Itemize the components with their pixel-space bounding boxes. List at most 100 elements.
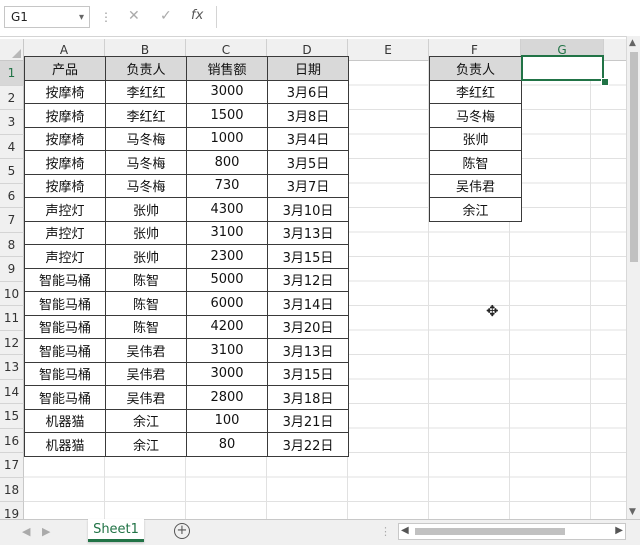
table-cell[interactable]: 张帅 — [429, 126, 522, 151]
table-cell[interactable]: 3月7日 — [267, 173, 349, 198]
table-cell[interactable]: 余江 — [105, 408, 187, 433]
row-header-17[interactable]: 17 — [0, 453, 24, 478]
table-cell[interactable]: 吴伟君 — [429, 173, 522, 198]
next-sheet-icon[interactable]: ▶ — [42, 525, 50, 538]
table-cell[interactable]: 3100 — [186, 220, 268, 245]
table-cell[interactable]: 吴伟君 — [105, 338, 187, 363]
table-cell[interactable]: 3月12日 — [267, 267, 349, 292]
row-header-7[interactable]: 7 — [0, 208, 24, 233]
table-cell[interactable]: 3月4日 — [267, 126, 349, 151]
table-cell[interactable]: 张帅 — [105, 220, 187, 245]
row-header-1[interactable]: 1 — [0, 61, 24, 86]
row-header-3[interactable]: 3 — [0, 110, 24, 135]
table-cell[interactable]: 机器猫 — [24, 408, 106, 433]
scroll-up-icon[interactable]: ▲ — [629, 38, 636, 48]
prev-sheet-icon[interactable]: ◀ — [22, 525, 30, 538]
table-cell[interactable]: 3月15日 — [267, 361, 349, 386]
table-cell[interactable]: 智能马桶 — [24, 361, 106, 386]
table-cell[interactable]: 陈智 — [429, 150, 522, 175]
table-cell[interactable]: 吴伟君 — [105, 361, 187, 386]
table-cell[interactable]: 陈智 — [105, 291, 187, 316]
select-all-corner[interactable] — [0, 39, 24, 61]
table-cell[interactable]: 智能马桶 — [24, 338, 106, 363]
scroll-down-icon[interactable]: ▼ — [629, 507, 636, 517]
header-cell[interactable]: 日期 — [267, 56, 349, 81]
row-header-5[interactable]: 5 — [0, 159, 24, 184]
row-header-16[interactable]: 16 — [0, 428, 24, 453]
table-cell[interactable]: 3月13日 — [267, 338, 349, 363]
table-cell[interactable]: 3000 — [186, 79, 268, 104]
row-header-13[interactable]: 13 — [0, 355, 24, 380]
table-cell[interactable]: 2300 — [186, 244, 268, 269]
table-cell[interactable]: 智能马桶 — [24, 291, 106, 316]
selected-cell-g1[interactable] — [521, 55, 604, 81]
insert-function-button[interactable]: fx — [191, 8, 203, 23]
table-cell[interactable]: 3月20日 — [267, 314, 349, 339]
table-cell[interactable]: 2800 — [186, 385, 268, 410]
header-cell[interactable]: 产品 — [24, 56, 106, 81]
table-cell[interactable]: 3000 — [186, 361, 268, 386]
name-box[interactable]: G1 ▾ — [4, 6, 90, 28]
table-cell[interactable]: 3月5日 — [267, 150, 349, 175]
worksheet-grid[interactable]: A B C D E F G 1 2 3 4 5 6 7 8 9 10 11 12… — [0, 36, 626, 519]
scroll-left-icon[interactable]: ◀ — [401, 525, 409, 536]
scroll-right-icon[interactable]: ▶ — [615, 525, 623, 536]
row-header-14[interactable]: 14 — [0, 379, 24, 404]
row-header-15[interactable]: 15 — [0, 404, 24, 429]
table-cell[interactable]: 3月14日 — [267, 291, 349, 316]
header-cell[interactable]: 销售额 — [186, 56, 268, 81]
table-cell[interactable]: 5000 — [186, 267, 268, 292]
enter-icon[interactable]: ✓ — [160, 8, 172, 24]
table-cell[interactable]: 3月18日 — [267, 385, 349, 410]
vertical-scroll-thumb[interactable] — [630, 52, 638, 262]
table-cell[interactable]: 按摩椅 — [24, 79, 106, 104]
table-cell[interactable]: 陈智 — [105, 267, 187, 292]
table-cell[interactable]: 按摩椅 — [24, 150, 106, 175]
table-cell[interactable]: 马冬梅 — [105, 173, 187, 198]
table-cell[interactable]: 800 — [186, 150, 268, 175]
table-cell[interactable]: 3100 — [186, 338, 268, 363]
table-cell[interactable]: 3月8日 — [267, 103, 349, 128]
fill-handle[interactable] — [601, 78, 609, 86]
table-cell[interactable]: 智能马桶 — [24, 314, 106, 339]
table-cell[interactable]: 3月10日 — [267, 197, 349, 222]
table-cell[interactable]: 智能马桶 — [24, 385, 106, 410]
row-header-10[interactable]: 10 — [0, 281, 24, 306]
table-cell[interactable]: 陈智 — [105, 314, 187, 339]
row-header-8[interactable]: 8 — [0, 232, 24, 257]
table-cell[interactable]: 按摩椅 — [24, 103, 106, 128]
header-cell[interactable]: 负责人 — [429, 56, 522, 81]
table-cell[interactable]: 按摩椅 — [24, 126, 106, 151]
formula-bar-drag-handle[interactable]: ⋮ — [100, 10, 112, 24]
tab-split-handle[interactable]: ⋮ — [380, 525, 391, 538]
row-header-6[interactable]: 6 — [0, 183, 24, 208]
row-header-19[interactable]: 19 — [0, 502, 24, 519]
sheet-tab-sheet1[interactable]: Sheet1 — [88, 519, 144, 542]
table-cell[interactable]: 4200 — [186, 314, 268, 339]
row-header-9[interactable]: 9 — [0, 257, 24, 282]
table-cell[interactable]: 4300 — [186, 197, 268, 222]
row-header-11[interactable]: 11 — [0, 306, 24, 331]
table-cell[interactable]: 3月13日 — [267, 220, 349, 245]
row-header-12[interactable]: 12 — [0, 330, 24, 355]
table-cell[interactable]: 1000 — [186, 126, 268, 151]
horizontal-scrollbar[interactable]: ◀ ▶ — [398, 523, 626, 540]
cancel-icon[interactable]: ✕ — [128, 8, 140, 24]
table-cell[interactable]: 智能马桶 — [24, 267, 106, 292]
row-header-4[interactable]: 4 — [0, 134, 24, 159]
table-cell[interactable]: 声控灯 — [24, 197, 106, 222]
table-cell[interactable]: 声控灯 — [24, 244, 106, 269]
add-sheet-button[interactable]: + — [174, 523, 190, 539]
table-cell[interactable]: 100 — [186, 408, 268, 433]
chevron-down-icon[interactable]: ▾ — [79, 12, 84, 23]
table-cell[interactable]: 机器猫 — [24, 432, 106, 457]
table-cell[interactable]: 3月6日 — [267, 79, 349, 104]
table-cell[interactable]: 张帅 — [105, 244, 187, 269]
table-cell[interactable]: 马冬梅 — [105, 150, 187, 175]
table-cell[interactable]: 按摩椅 — [24, 173, 106, 198]
table-cell[interactable]: 1500 — [186, 103, 268, 128]
table-cell[interactable]: 张帅 — [105, 197, 187, 222]
vertical-scrollbar[interactable]: ▲ ▼ — [626, 36, 640, 519]
table-cell[interactable]: 余江 — [105, 432, 187, 457]
table-cell[interactable]: 3月21日 — [267, 408, 349, 433]
